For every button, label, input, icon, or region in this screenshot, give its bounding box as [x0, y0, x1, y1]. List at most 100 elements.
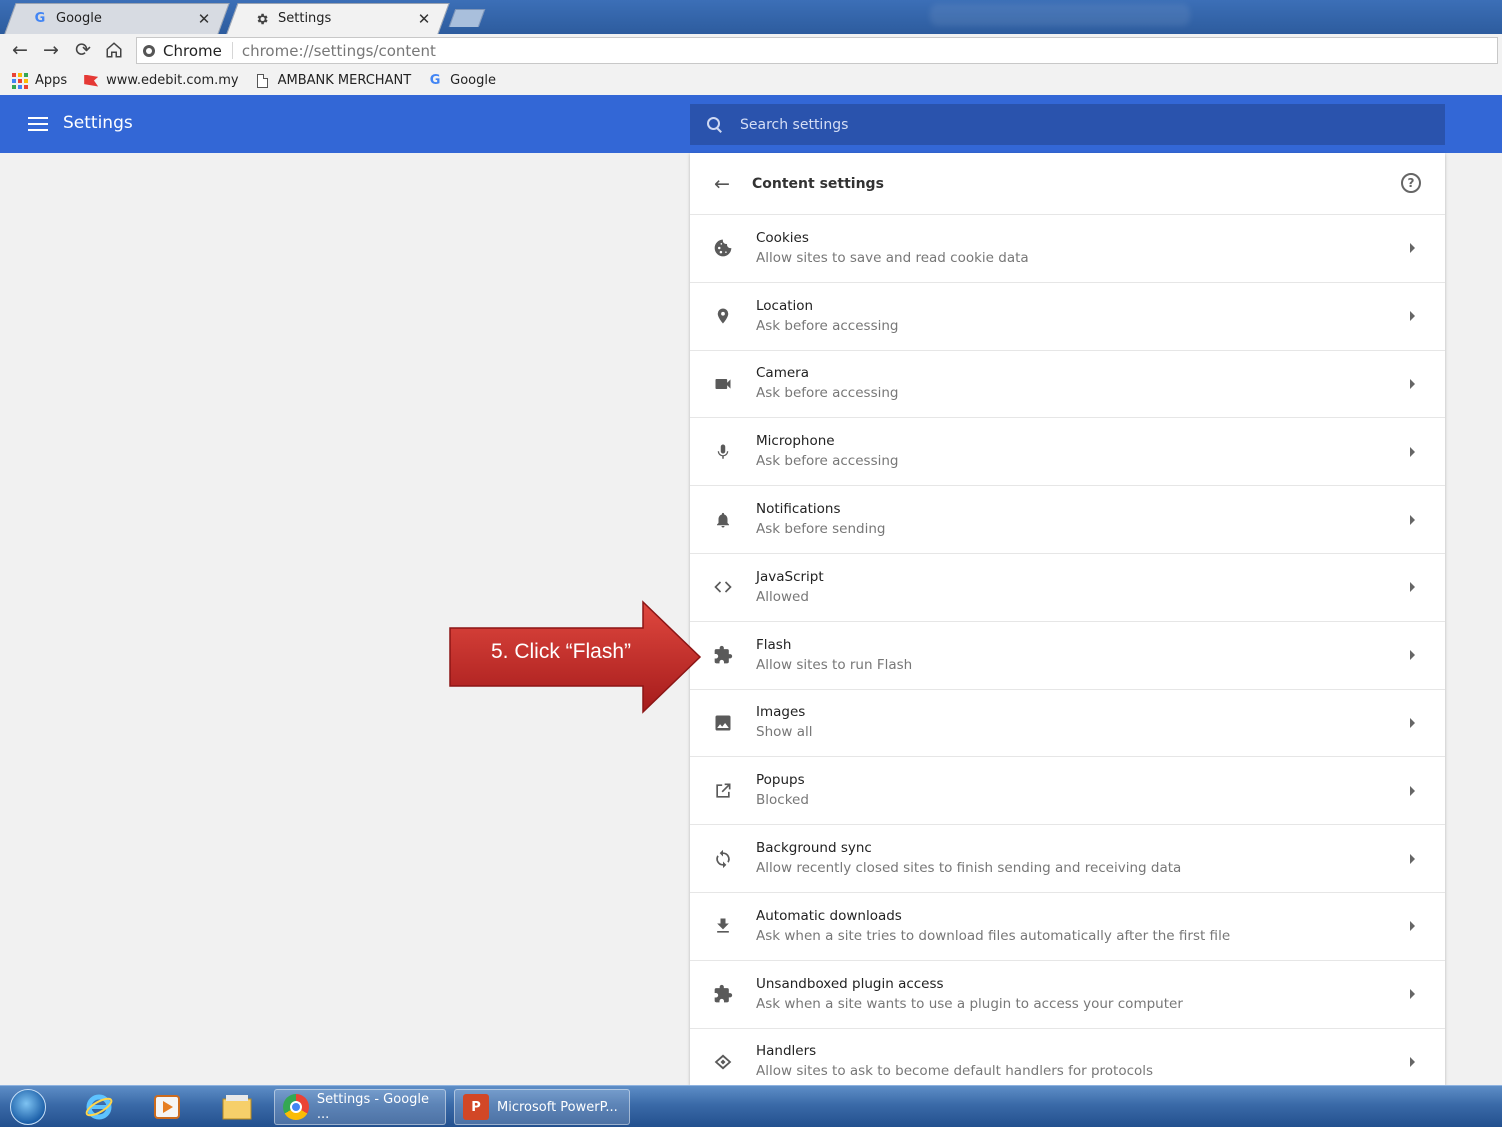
search-box[interactable] [690, 104, 1445, 145]
row-sublabel: Show all [756, 724, 813, 741]
content-setting-row-handlers[interactable]: Handlers Allow sites to ask to become def… [690, 1029, 1445, 1085]
chevron-right-icon [1410, 243, 1415, 254]
content-setting-row-unsandboxed-plugin-access[interactable]: Unsandboxed plugin access Ask when a site… [690, 961, 1445, 1029]
close-icon[interactable]: ✕ [416, 10, 432, 28]
content-setting-row-flash[interactable]: Flash Allow sites to run Flash [690, 622, 1445, 690]
apps-grid-icon [12, 72, 28, 89]
row-text: Cookies Allow sites to save and read cook… [756, 228, 1029, 269]
chevron-right-icon [1410, 446, 1415, 457]
row-sublabel: Allow recently closed sites to finish se… [756, 860, 1182, 877]
address-bar[interactable]: Chrome chrome://settings/content [136, 37, 1498, 64]
row-sublabel: Ask when a site tries to download files … [756, 927, 1231, 944]
back-icon[interactable]: ← [8, 38, 32, 62]
gear-icon [254, 11, 270, 27]
content-setting-row-location[interactable]: Location Ask before accessing [690, 283, 1445, 351]
row-sublabel: Allow sites to save and read cookie data [756, 249, 1029, 266]
chevron-right-icon [1410, 582, 1415, 593]
bookmark-google[interactable]: G Google [427, 73, 496, 89]
content-setting-row-javascript[interactable]: JavaScript Allowed [690, 554, 1445, 622]
row-text: Popups Blocked [756, 770, 809, 811]
powerpoint-icon: P [463, 1094, 489, 1120]
url-text[interactable]: chrome://settings/content [233, 42, 436, 60]
search-icon [706, 116, 724, 134]
puzzle-icon [712, 983, 734, 1005]
back-arrow-icon[interactable]: ← [710, 172, 734, 196]
close-icon[interactable]: ✕ [196, 10, 212, 28]
row-label: Camera [756, 365, 809, 382]
row-text: Background sync Allow recently closed sit… [756, 838, 1181, 879]
menu-icon[interactable] [28, 115, 48, 133]
row-text: JavaScript Allowed [756, 567, 824, 608]
bookmark-label: Apps [35, 73, 68, 88]
document-icon [255, 73, 271, 89]
help-icon[interactable]: ? [1401, 173, 1421, 193]
row-label: Location [756, 297, 814, 314]
tab-settings[interactable]: Settings ✕ [232, 3, 444, 34]
chip-label: Chrome [163, 41, 222, 60]
google-g-icon: G [34, 11, 46, 26]
forward-icon[interactable]: → [39, 38, 63, 62]
content-setting-row-popups[interactable]: Popups Blocked [690, 757, 1445, 826]
chevron-right-icon [1410, 853, 1415, 864]
row-sublabel: Ask before accessing [756, 385, 899, 402]
content-setting-row-background-sync[interactable]: Background sync Allow recently closed sit… [690, 825, 1445, 893]
card-header: ← Content settings ? [690, 153, 1445, 215]
settings-header: Settings [0, 95, 1502, 153]
row-text: Handlers Allow sites to ask to become def… [756, 1041, 1153, 1082]
content-setting-row-notifications[interactable]: Notifications Ask before sending [690, 486, 1445, 554]
chevron-right-icon [1410, 378, 1415, 389]
search-input[interactable] [740, 116, 1340, 133]
chevron-right-icon [1410, 514, 1415, 525]
download-icon [712, 915, 734, 937]
chevron-right-icon [1410, 785, 1415, 796]
google-g-icon: G [429, 73, 441, 88]
file-explorer-icon[interactable] [212, 1089, 262, 1125]
media-player-icon[interactable] [142, 1089, 192, 1125]
cookie-icon [712, 237, 734, 259]
row-sublabel: Ask when a site wants to use a plugin to… [756, 995, 1183, 1012]
taskbar-powerpoint[interactable]: P Microsoft PowerP... [454, 1089, 630, 1125]
security-chip[interactable]: Chrome [137, 41, 233, 60]
bookmark-label: Google [450, 73, 496, 88]
content-setting-row-automatic-downloads[interactable]: Automatic downloads Ask when a site tries… [690, 893, 1445, 961]
reload-icon[interactable]: ⟳ [71, 38, 95, 62]
bookmark-edebit[interactable]: www.edebit.com.my [83, 73, 239, 89]
row-label: Microphone [756, 433, 835, 450]
row-label: Automatic downloads [756, 907, 902, 924]
new-tab-button[interactable] [452, 9, 482, 27]
content-settings-card: ← Content settings ? Cookies Allow sites … [690, 153, 1445, 1085]
tab-title: Google [56, 11, 102, 26]
home-icon[interactable] [102, 38, 126, 62]
tab-google[interactable]: G Google ✕ [10, 3, 224, 34]
red-flag-icon [83, 73, 99, 89]
row-label: Cookies [756, 229, 809, 246]
content-setting-row-microphone[interactable]: Microphone Ask before accessing [690, 418, 1445, 487]
content-setting-row-cookies[interactable]: Cookies Allow sites to save and read cook… [690, 215, 1445, 283]
internet-explorer-icon[interactable] [74, 1089, 124, 1125]
row-text: Images Show all [756, 702, 813, 743]
chevron-right-icon [1410, 311, 1415, 322]
row-label: Popups [756, 772, 805, 789]
row-label: JavaScript [756, 568, 824, 585]
tab-title: Settings [278, 11, 332, 26]
section-title: Content settings [752, 175, 884, 192]
code-icon [712, 576, 734, 598]
content-setting-row-camera[interactable]: Camera Ask before accessing [690, 351, 1445, 419]
callout-text: 5. Click “Flash” [490, 640, 632, 663]
content-setting-row-images[interactable]: Images Show all [690, 690, 1445, 758]
instruction-callout: 5. Click “Flash” [448, 600, 702, 714]
row-text: Notifications Ask before sending [756, 499, 885, 540]
row-sublabel: Allow sites to run Flash [756, 656, 913, 673]
handlers-icon [712, 1051, 734, 1073]
bookmark-ambank[interactable]: AMBANK MERCHANT [255, 73, 411, 89]
start-button[interactable] [10, 1089, 54, 1125]
bookmark-apps[interactable]: Apps [12, 72, 68, 89]
row-sublabel: Ask before sending [756, 521, 886, 538]
row-label: Flash [756, 636, 792, 653]
chevron-right-icon [1410, 921, 1415, 932]
camera-icon [712, 373, 734, 395]
browser-toolbar: ← → ⟳ Chrome chrome://settings/content [0, 34, 1502, 66]
chevron-right-icon [1410, 650, 1415, 661]
taskbar-chrome-settings[interactable]: Settings - Google ... [274, 1089, 446, 1125]
bell-icon [712, 509, 734, 531]
